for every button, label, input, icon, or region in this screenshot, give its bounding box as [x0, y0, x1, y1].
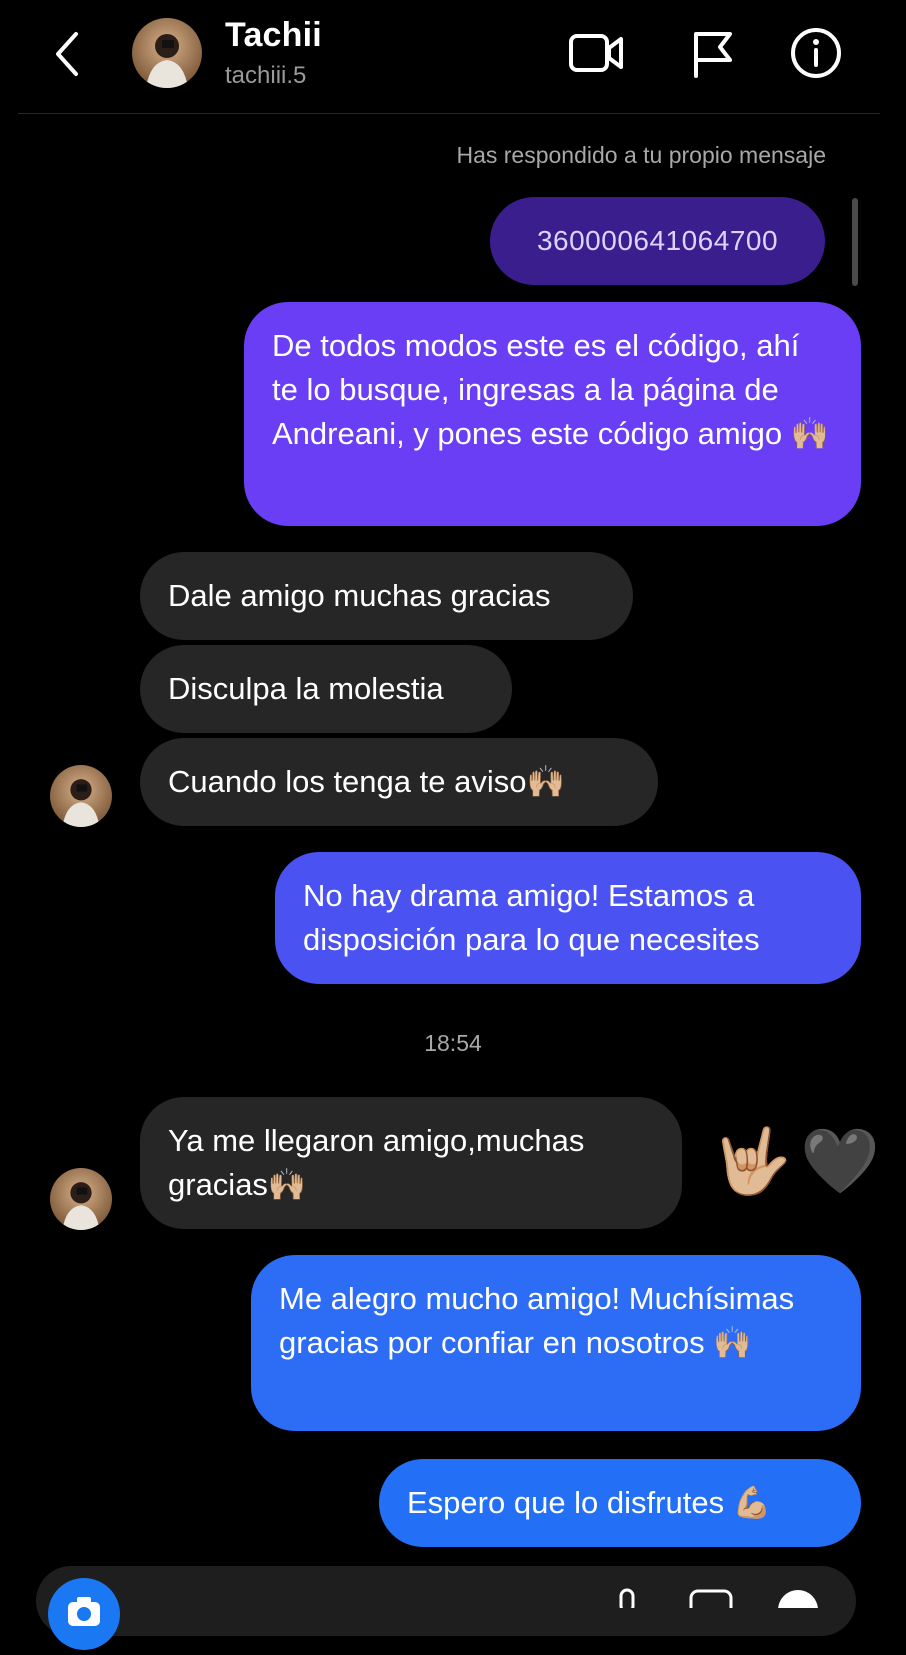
reaction-rock-on-emoji[interactable]: 🤟🏼	[712, 1123, 792, 1199]
sticker-icon[interactable]	[774, 1588, 822, 1608]
contact-avatar[interactable]	[132, 18, 202, 88]
gallery-icon[interactable]	[688, 1588, 734, 1608]
message-bubble-incoming[interactable]: Dale amigo muchas gracias	[140, 552, 633, 640]
message-bubble-incoming[interactable]: Disculpa la molestia	[140, 645, 512, 733]
microphone-icon[interactable]	[612, 1588, 642, 1608]
sender-avatar[interactable]	[50, 1168, 112, 1230]
reply-note: Has respondido a tu propio mensaje	[456, 142, 826, 168]
info-icon[interactable]	[789, 26, 843, 80]
reaction-black-heart-emoji[interactable]: 🖤	[800, 1123, 880, 1199]
message-bubble-incoming[interactable]: Ya me llegaron amigo,muchas gracias🙌🏼	[140, 1097, 682, 1229]
message-bubble-outgoing[interactable]: No hay drama amigo! Estamos a disposició…	[275, 852, 861, 984]
back-chevron-icon[interactable]	[44, 28, 92, 80]
message-bubble-incoming[interactable]: Cuando los tenga te aviso🙌🏼	[140, 738, 658, 826]
header-divider	[18, 113, 880, 114]
contact-username[interactable]: tachiii.5	[225, 62, 306, 90]
contact-name[interactable]: Tachii	[225, 16, 322, 55]
message-bubble-outgoing[interactable]: Me alegro mucho amigo! Muchísimas gracia…	[251, 1255, 861, 1431]
camera-icon	[68, 1597, 100, 1626]
scrollbar[interactable]	[852, 198, 858, 286]
camera-button[interactable]	[48, 1578, 120, 1650]
message-bubble-outgoing[interactable]: Espero que lo disfrutes 💪🏼	[379, 1459, 861, 1547]
replied-message-bubble[interactable]: 360000641064700	[490, 197, 825, 285]
sender-avatar[interactable]	[50, 765, 112, 827]
timestamp: 18:54	[424, 1030, 482, 1056]
video-call-icon[interactable]	[568, 26, 624, 80]
flag-icon[interactable]	[690, 26, 738, 80]
message-bubble-outgoing[interactable]: De todos modos este es el código, ahí te…	[244, 302, 861, 526]
